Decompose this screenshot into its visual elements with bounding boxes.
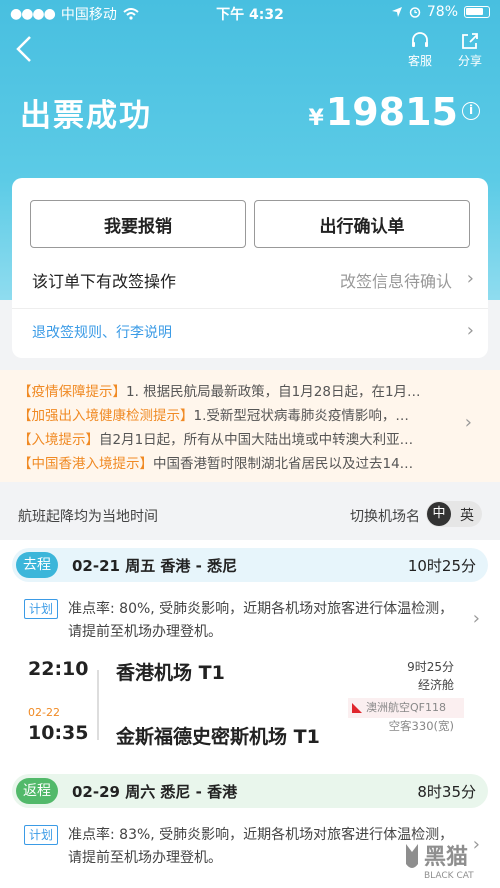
status-bar: ●●●● 中国移动 下午 4:32 78% xyxy=(0,0,500,26)
leg-duration: 8时35分 xyxy=(417,783,476,801)
outbound-flight-card: 去程 02-21 周五 香港 - 悉尼 10时25分 计划 准点率: 80%, … xyxy=(0,540,500,766)
battery-percent: 78% xyxy=(426,4,458,20)
total-price: ¥19815 xyxy=(308,90,458,134)
leg-summary: 02-29 周六 悉尼 - 香港 xyxy=(72,783,238,801)
leg-header: 去程 02-21 周五 香港 - 悉尼 10时25分 xyxy=(12,548,488,582)
back-button[interactable] xyxy=(14,34,44,68)
reimburse-button[interactable]: 我要报销 xyxy=(30,200,246,248)
headset-icon xyxy=(412,32,428,47)
location-icon xyxy=(391,7,402,17)
departure-airport: 香港机场 T1 xyxy=(116,662,225,684)
chevron-right-icon: › xyxy=(466,268,474,289)
timeline-line xyxy=(97,670,99,740)
action-card: 我要报销 出行确认单 该订单下有改签操作 改签信息待确认 › 退改签规则、行李说… xyxy=(12,178,488,358)
change-info-row[interactable]: 该订单下有改签操作 改签信息待确认 › xyxy=(32,266,474,292)
change-status: 改签信息待确认 xyxy=(339,272,452,291)
notice-tag: 【加强出入境健康检测提示】 xyxy=(18,408,194,424)
rules-label: 退改签规则、行李说明 xyxy=(32,325,172,341)
qantas-logo-icon xyxy=(352,703,362,713)
currency-symbol: ¥ xyxy=(308,106,324,131)
lang-zh-option[interactable]: 中 xyxy=(427,502,451,526)
notice-panel[interactable]: 【疫情保障提示】1. 根据民航局最新政策，自1月28日起，在1月… 【加强出入境… xyxy=(0,370,500,482)
chevron-right-icon: › xyxy=(464,412,472,433)
notice-item: 【加强出入境健康检测提示】1.受新型冠状病毒肺炎疫情影响，… xyxy=(18,404,450,424)
notice-tag: 【入境提示】 xyxy=(18,432,99,448)
departure-time: 22:10 xyxy=(28,658,89,680)
nav-bar: 客服 分享 xyxy=(0,28,500,72)
airline-badge[interactable]: 澳洲航空QF118 xyxy=(348,698,464,718)
share-label: 分享 xyxy=(457,54,482,68)
black-cat-watermark: 黑猫 BLACK CAT xyxy=(402,834,494,882)
travel-confirmation-button[interactable]: 出行确认单 xyxy=(254,200,470,248)
leg-summary: 02-21 周五 香港 - 悉尼 xyxy=(72,557,238,575)
plan-tag: 计划 xyxy=(24,825,59,845)
alarm-icon xyxy=(409,7,421,18)
share-icon xyxy=(462,33,478,49)
leg-duration: 10时25分 xyxy=(407,557,476,575)
aircraft-type: 空客330(宽) xyxy=(388,719,454,733)
svg-text:BLACK CAT: BLACK CAT xyxy=(424,871,474,881)
switch-airport-name-label: 切换机场名 xyxy=(350,509,420,525)
notice-text: 自2月1日起，所有从中国大陆出境或中转澳大利亚… xyxy=(99,432,414,448)
cabin-class: 经济舱 xyxy=(417,678,454,692)
back-arrow-icon xyxy=(16,36,31,62)
arrival-airport: 金斯福德史密斯机场 T1 xyxy=(116,726,320,748)
time-note-row: 航班起降均为当地时间 切换机场名 中 英 xyxy=(0,498,500,534)
share-button[interactable]: 分享 xyxy=(448,32,492,69)
chevron-right-icon: › xyxy=(472,608,480,629)
outbound-tag: 去程 xyxy=(16,552,58,578)
page-title: 出票成功 xyxy=(20,98,152,134)
lang-en-option[interactable]: 英 xyxy=(460,505,474,525)
airline-flight: 澳洲航空QF118 xyxy=(366,701,446,714)
divider xyxy=(12,308,488,309)
title-row: 出票成功 ¥19815 i xyxy=(20,90,480,138)
local-time-note: 航班起降均为当地时间 xyxy=(18,509,158,525)
customer-service-button[interactable]: 客服 xyxy=(398,32,442,69)
punctuality-note[interactable]: 计划 准点率: 80%, 受肺炎影响，近期各机场对旅客进行体温检测，请提前至机场… xyxy=(24,598,480,646)
svg-text:黑猫: 黑猫 xyxy=(424,845,468,870)
arrival-time: 10:35 xyxy=(28,722,89,744)
flight-duration: 9时25分 xyxy=(407,660,454,674)
price-amount: 19815 xyxy=(325,90,458,134)
notice-item: 【入境提示】自2月1日起，所有从中国大陆出境或中转澳大利亚… xyxy=(18,428,450,448)
change-label: 该订单下有改签操作 xyxy=(32,272,177,291)
plan-tag: 计划 xyxy=(24,599,59,619)
notice-tag: 【中国香港入境提示】 xyxy=(18,456,153,472)
notice-tag: 【疫情保障提示】 xyxy=(18,384,126,400)
note-text: 准点率: 80%, 受肺炎影响，近期各机场对旅客进行体温检测，请提前至机场办理登… xyxy=(68,601,454,640)
black-cat-logo-icon: 黑猫 BLACK CAT xyxy=(406,844,474,881)
notice-item: 【中国香港入境提示】中国香港暂时限制湖北省居民以及过去14… xyxy=(18,452,450,472)
notice-text: 1. 根据民航局最新政策，自1月28日起，在1月… xyxy=(126,384,421,400)
customer-service-label: 客服 xyxy=(407,54,432,68)
airport-language-toggle[interactable]: 中 英 xyxy=(426,501,482,527)
rules-link[interactable]: 退改签规则、行李说明 › xyxy=(32,322,474,344)
leg-header: 返程 02-29 周六 悉尼 - 香港 8时35分 xyxy=(12,774,488,808)
return-tag: 返程 xyxy=(16,778,58,804)
note-text: 准点率: 83%, 受肺炎影响，近期各机场对旅客进行体温检测，请提前至机场办理登… xyxy=(68,827,454,866)
arrival-date: 02-22 xyxy=(28,706,60,719)
notice-text: 1.受新型冠状病毒肺炎疫情影响，… xyxy=(193,408,409,424)
info-icon[interactable]: i xyxy=(462,102,480,120)
notice-item: 【疫情保障提示】1. 根据民航局最新政策，自1月28日起，在1月… xyxy=(18,380,450,400)
flight-times: 22:10 02-22 10:35 香港机场 T1 金斯福德史密斯机场 T1 9… xyxy=(24,658,464,758)
chevron-right-icon: › xyxy=(466,320,474,341)
notice-text: 中国香港暂时限制湖北省居民以及过去14… xyxy=(153,456,414,472)
battery-icon xyxy=(464,6,490,18)
